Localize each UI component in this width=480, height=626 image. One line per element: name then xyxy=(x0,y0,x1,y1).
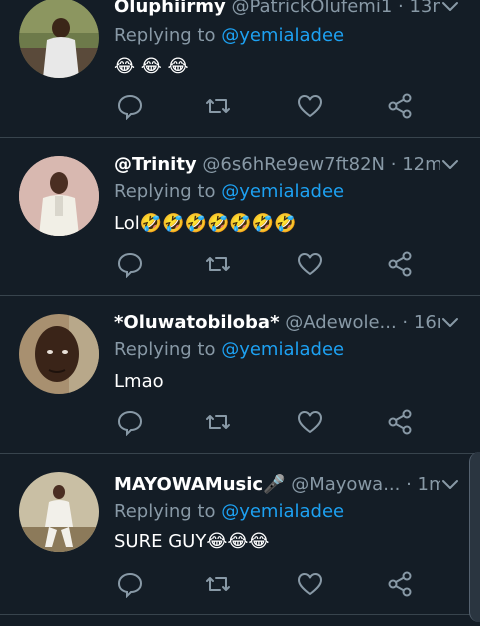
separator: · xyxy=(400,474,418,495)
replying-to: Replying to @yemialadee xyxy=(114,338,344,362)
share-icon[interactable] xyxy=(386,570,414,598)
replying-prefix: Replying to xyxy=(114,339,222,360)
tweet-item[interactable]: @Trinity @6s6hRe9ew7ft82N · 12m Replying… xyxy=(0,138,480,296)
display-name[interactable]: Oluphiirmy xyxy=(114,0,226,17)
display-name[interactable]: MAYOWAMusic🎤 xyxy=(114,474,285,495)
user-handle[interactable]: @6s6hRe9ew7ft82N xyxy=(202,154,385,175)
tweet-header: MAYOWAMusic🎤 @Mayowa... · 1m xyxy=(114,472,440,498)
display-name[interactable]: @Trinity xyxy=(114,154,197,175)
share-icon[interactable] xyxy=(386,92,414,120)
scrollbar[interactable] xyxy=(469,452,480,622)
avatar[interactable] xyxy=(19,314,99,394)
tweet-text: SURE GUY😂😂😂 xyxy=(114,531,270,552)
timestamp[interactable]: 1m xyxy=(418,474,440,495)
tweet-text: Lol🤣🤣🤣🤣🤣🤣🤣 xyxy=(114,213,297,234)
tweet-text: 😂 😂 😂 xyxy=(114,56,189,77)
like-icon[interactable] xyxy=(296,250,324,278)
user-handle[interactable]: @Adewole... xyxy=(285,312,396,333)
like-icon[interactable] xyxy=(296,570,324,598)
tweet-replies-feed: Oluphiirmy @PatrickOlufemi1 · 13m Replyi… xyxy=(0,0,480,626)
retweet-icon[interactable] xyxy=(204,408,232,436)
replying-prefix: Replying to xyxy=(114,501,222,522)
chevron-down-icon[interactable] xyxy=(440,313,460,333)
separator: · xyxy=(385,154,403,175)
avatar[interactable] xyxy=(19,472,99,552)
timestamp[interactable]: 16m xyxy=(414,312,440,333)
tweet-header: *Oluwatobiloba* @Adewole... · 16m xyxy=(114,310,440,336)
tweet-item[interactable]: *Oluwatobiloba* @Adewole... · 16m Replyi… xyxy=(0,296,480,454)
replying-prefix: Replying to xyxy=(114,25,222,46)
retweet-icon[interactable] xyxy=(204,250,232,278)
chevron-down-icon[interactable] xyxy=(440,0,460,17)
like-icon[interactable] xyxy=(296,408,324,436)
tweet-header: Oluphiirmy @PatrickOlufemi1 · 13m xyxy=(114,0,440,20)
user-handle[interactable]: @PatrickOlufemi1 xyxy=(231,0,392,17)
timestamp[interactable]: 13m xyxy=(409,0,440,17)
user-handle[interactable]: @Mayowa... xyxy=(291,474,400,495)
tweet-text: Lmao xyxy=(114,371,164,392)
reply-icon[interactable] xyxy=(116,92,144,120)
separator: · xyxy=(392,0,410,17)
tweet-actions xyxy=(114,570,424,600)
timestamp[interactable]: 12m xyxy=(402,154,440,175)
share-icon[interactable] xyxy=(386,408,414,436)
replying-prefix: Replying to xyxy=(114,181,222,202)
chevron-down-icon[interactable] xyxy=(440,155,460,175)
mention-link[interactable]: @yemialadee xyxy=(221,25,344,46)
tweet-actions xyxy=(114,92,424,122)
tweet-item[interactable]: Oluphiirmy @PatrickOlufemi1 · 13m Replyi… xyxy=(0,0,480,138)
replying-to: Replying to @yemialadee xyxy=(114,500,344,524)
avatar[interactable] xyxy=(19,0,99,78)
retweet-icon[interactable] xyxy=(204,92,232,120)
reply-icon[interactable] xyxy=(116,408,144,436)
share-icon[interactable] xyxy=(386,250,414,278)
mention-link[interactable]: @yemialadee xyxy=(221,339,344,360)
display-name[interactable]: *Oluwatobiloba* xyxy=(114,312,279,333)
tweet-actions xyxy=(114,408,424,438)
avatar[interactable] xyxy=(19,156,99,236)
separator: · xyxy=(396,312,414,333)
mention-link[interactable]: @yemialadee xyxy=(221,181,344,202)
retweet-icon[interactable] xyxy=(204,570,232,598)
tweet-actions xyxy=(114,250,424,280)
replying-to: Replying to @yemialadee xyxy=(114,180,344,204)
tweet-item[interactable]: MAYOWAMusic🎤 @Mayowa... · 1m Replying to… xyxy=(0,454,480,615)
reply-icon[interactable] xyxy=(116,570,144,598)
replying-to: Replying to @yemialadee xyxy=(114,24,344,48)
mention-link[interactable]: @yemialadee xyxy=(221,501,344,522)
like-icon[interactable] xyxy=(296,92,324,120)
chevron-down-icon[interactable] xyxy=(440,475,460,495)
reply-icon[interactable] xyxy=(116,250,144,278)
tweet-header: @Trinity @6s6hRe9ew7ft82N · 12m xyxy=(114,152,440,178)
